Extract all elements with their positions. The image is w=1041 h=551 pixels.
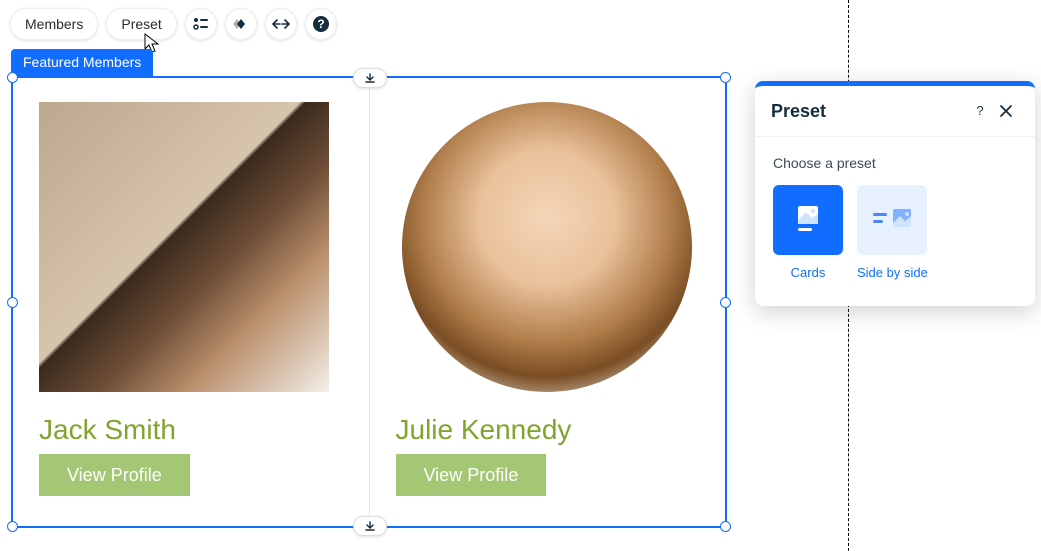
preset-option-label: Cards (791, 265, 826, 280)
resize-handle-bl[interactable] (7, 521, 18, 532)
preset-sidebyside-thumb-icon (857, 185, 927, 255)
stretch-icon[interactable] (265, 8, 297, 40)
view-profile-label: View Profile (424, 465, 519, 485)
drag-edge-top-button[interactable] (353, 68, 387, 88)
preset-option-cards[interactable]: Cards (773, 185, 843, 280)
cards-container: Jack Smith View Profile Julie Kennedy Vi… (13, 78, 725, 526)
preset-panel: Preset ? Choose a preset Cards Side by s… (755, 81, 1035, 306)
members-button[interactable]: Members (10, 8, 98, 40)
resize-handle-tl[interactable] (7, 72, 18, 83)
member-card: Jack Smith View Profile (13, 78, 370, 526)
member-card: Julie Kennedy View Profile (370, 78, 726, 526)
selection-label: Featured Members (11, 49, 153, 76)
preset-cards-thumb-icon (773, 185, 843, 255)
preset-button[interactable]: Preset (106, 8, 176, 40)
resize-handle-tr[interactable] (720, 72, 731, 83)
selection-label-text: Featured Members (23, 54, 141, 70)
preset-button-label: Preset (121, 16, 161, 32)
help-icon[interactable]: ? (305, 8, 337, 40)
member-avatar (402, 102, 692, 392)
settings-list-icon[interactable] (185, 8, 217, 40)
animation-icon[interactable] (225, 8, 257, 40)
panel-close-icon[interactable] (993, 98, 1019, 124)
view-profile-button[interactable]: View Profile (39, 454, 190, 496)
member-avatar (39, 102, 329, 392)
element-toolbar: Members Preset ? (10, 8, 337, 40)
view-profile-label: View Profile (67, 465, 162, 485)
drag-edge-bottom-button[interactable] (353, 516, 387, 536)
preset-subtitle: Choose a preset (773, 155, 1017, 171)
preset-option-side-by-side[interactable]: Side by side (857, 185, 928, 280)
resize-handle-ml[interactable] (7, 297, 18, 308)
preset-panel-title: Preset (771, 101, 967, 122)
member-name: Jack Smith (39, 414, 343, 446)
preset-panel-body: Choose a preset Cards Side by side (755, 137, 1035, 306)
preset-panel-header: Preset ? (755, 86, 1035, 137)
svg-text:?: ? (317, 17, 324, 31)
view-profile-button[interactable]: View Profile (396, 454, 547, 496)
svg-text:?: ? (976, 103, 983, 118)
panel-help-icon[interactable]: ? (967, 98, 993, 124)
resize-handle-br[interactable] (720, 521, 731, 532)
members-button-label: Members (25, 16, 83, 32)
resize-handle-mr[interactable] (720, 297, 731, 308)
preset-option-label: Side by side (857, 265, 928, 280)
selected-widget[interactable]: Jack Smith View Profile Julie Kennedy Vi… (11, 76, 727, 528)
member-name: Julie Kennedy (396, 414, 700, 446)
preset-options: Cards Side by side (773, 185, 1017, 280)
